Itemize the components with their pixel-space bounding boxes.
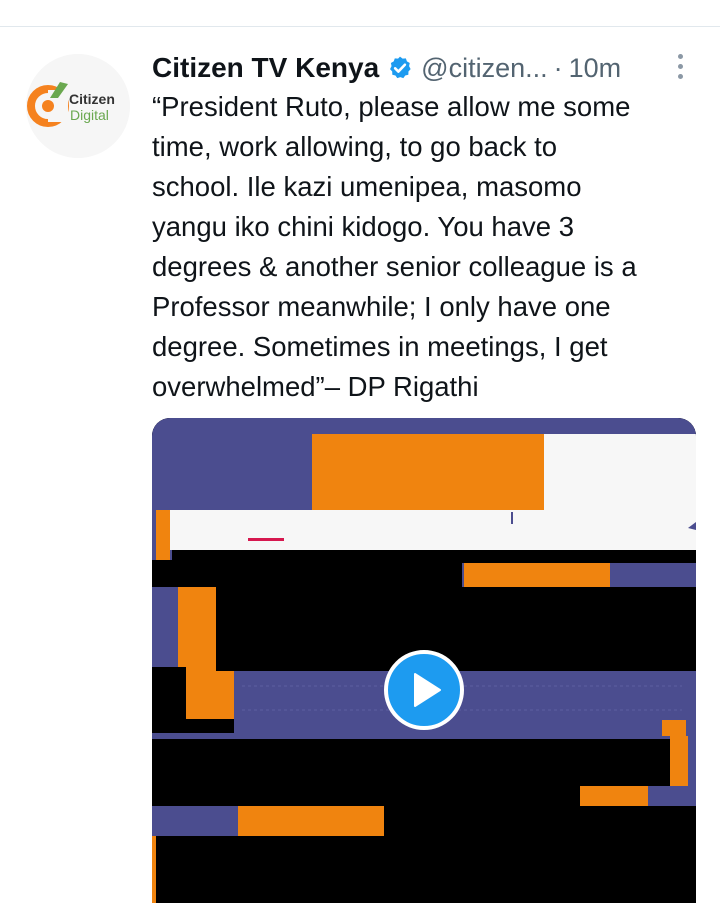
top-divider bbox=[0, 26, 720, 27]
tweet-text: “President Ruto, please allow me some ti… bbox=[152, 91, 637, 402]
tweet-header: Citizen TV Kenya @citizen... · 10m bbox=[152, 50, 621, 86]
timestamp[interactable]: 10m bbox=[569, 53, 622, 84]
citizen-digital-logo: Citizen Digital bbox=[26, 54, 130, 158]
logo-text-line1: Citizen bbox=[69, 91, 115, 107]
video-thumbnail[interactable] bbox=[152, 418, 696, 903]
author-handle[interactable]: @citizen... bbox=[421, 53, 547, 84]
separator-dot: · bbox=[553, 52, 563, 83]
play-icon[interactable] bbox=[384, 650, 464, 730]
verified-badge-icon bbox=[390, 56, 411, 79]
author-name[interactable]: Citizen TV Kenya bbox=[152, 52, 379, 84]
more-options-icon[interactable] bbox=[668, 54, 692, 80]
avatar[interactable]: Citizen Digital bbox=[26, 54, 130, 158]
logo-text-line2: Digital bbox=[70, 107, 109, 123]
